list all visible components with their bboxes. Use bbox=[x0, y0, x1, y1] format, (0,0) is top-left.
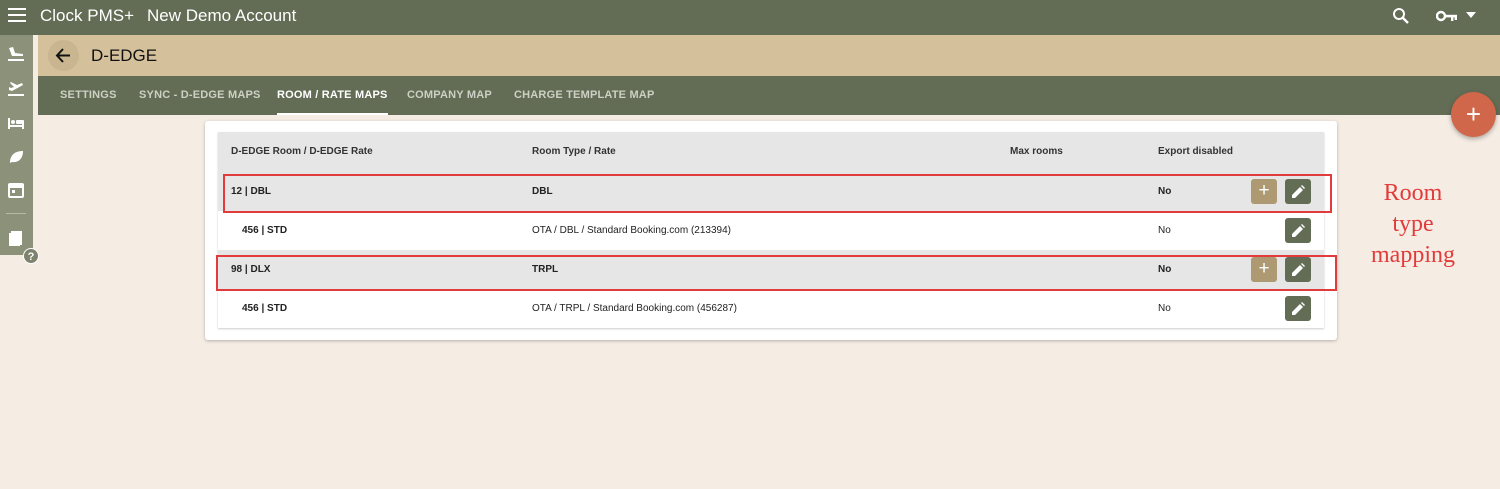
table-row[interactable]: 456 | STD OTA / TRPL / Standard Booking.… bbox=[218, 289, 1324, 328]
side-rail bbox=[0, 35, 33, 255]
annotation-highlight-box bbox=[216, 255, 1337, 291]
pencil-icon bbox=[1292, 302, 1305, 315]
tab-sync-d-edge-maps[interactable]: SYNC - D-EDGE MAPS bbox=[139, 76, 261, 115]
search-icon[interactable] bbox=[1392, 7, 1410, 25]
column-header-max-rooms: Max rooms bbox=[1010, 146, 1063, 157]
tab-room-rate-maps[interactable]: ROOM / RATE MAPS bbox=[277, 76, 388, 115]
page-title: D-EDGE bbox=[91, 46, 158, 65]
top-app-bar: Clock PMS+ New Demo Account bbox=[0, 0, 1500, 35]
table-row[interactable]: 456 | STD OTA / DBL / Standard Booking.c… bbox=[218, 211, 1324, 250]
plane-departure-icon[interactable] bbox=[7, 79, 25, 97]
tab-charge-template-map[interactable]: CHARGE TEMPLATE MAP bbox=[514, 76, 654, 115]
annotation-highlight-box bbox=[223, 174, 1332, 213]
back-button[interactable] bbox=[48, 40, 79, 71]
column-header-export-disabled: Export disabled bbox=[1158, 146, 1234, 157]
caret-down-icon[interactable] bbox=[1466, 12, 1476, 18]
help-icon[interactable]: ? bbox=[23, 248, 39, 264]
export-disabled: No bbox=[1158, 303, 1171, 314]
annotation-line: mapping bbox=[1371, 242, 1455, 268]
table-header: D-EDGE Room / D-EDGE Rate Room Type / Ra… bbox=[218, 132, 1324, 172]
rate-description: OTA / TRPL / Standard Booking.com (45628… bbox=[532, 303, 737, 314]
annotation-line: Room bbox=[1383, 180, 1443, 206]
column-header-d-edge-room-rate: D-EDGE Room / D-EDGE Rate bbox=[231, 146, 373, 157]
rate-description: OTA / DBL / Standard Booking.com (213394… bbox=[532, 225, 731, 236]
tab-bar: SETTINGS SYNC - D-EDGE MAPS ROOM / RATE … bbox=[38, 76, 1500, 115]
annotation-line: type bbox=[1392, 211, 1434, 237]
rate-code: 456 | STD bbox=[242, 225, 288, 236]
menu-icon[interactable] bbox=[8, 8, 26, 22]
edit-button[interactable] bbox=[1285, 218, 1311, 243]
column-header-room-type-rate: Room Type / Rate bbox=[532, 146, 616, 157]
tab-settings[interactable]: SETTINGS bbox=[60, 76, 117, 115]
room-rate-table: D-EDGE Room / D-EDGE Rate Room Type / Ra… bbox=[218, 132, 1324, 328]
tab-company-map[interactable]: COMPANY MAP bbox=[407, 76, 492, 115]
rail-divider bbox=[6, 213, 26, 214]
bed-icon[interactable] bbox=[7, 114, 25, 132]
room-rate-maps-card: D-EDGE Room / D-EDGE Rate Room Type / Ra… bbox=[205, 121, 1337, 340]
arrow-left-icon bbox=[55, 48, 70, 63]
rate-code: 456 | STD bbox=[242, 303, 288, 314]
export-disabled: No bbox=[1158, 225, 1171, 236]
account-title[interactable]: New Demo Account bbox=[147, 6, 296, 26]
key-icon[interactable] bbox=[1436, 9, 1458, 23]
calendar-icon[interactable] bbox=[7, 181, 25, 199]
annotation-label: Room type mapping bbox=[1362, 178, 1464, 271]
edit-button[interactable] bbox=[1285, 296, 1311, 321]
page-header: D-EDGE bbox=[38, 35, 1500, 76]
plane-arrival-icon[interactable] bbox=[7, 44, 25, 62]
add-fab-button[interactable]: + bbox=[1451, 92, 1496, 137]
leaf-icon[interactable] bbox=[7, 148, 25, 166]
app-title: Clock PMS+ bbox=[40, 6, 134, 25]
pencil-icon bbox=[1292, 224, 1305, 237]
book-icon[interactable] bbox=[7, 229, 25, 247]
